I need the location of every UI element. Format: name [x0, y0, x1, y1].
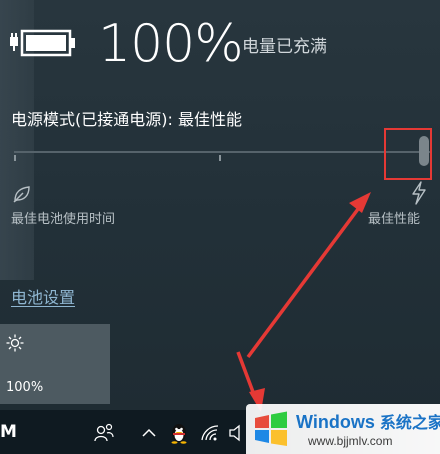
battery-percentage: 100%: [98, 14, 244, 74]
battery-flyout: 100% 电量已充满 电源模式(已接通电源): 最佳性能 最佳电池使用时间 最佳…: [0, 0, 440, 410]
windows-logo-icon: [255, 411, 287, 446]
power-mode-title: 电源模式(已接通电源): 最佳性能: [11, 110, 242, 129]
battery-charging-icon: [10, 29, 75, 57]
volume-icon[interactable]: [229, 424, 243, 442]
leaf-icon: [13, 186, 30, 203]
battery-status-text: 电量已充满: [242, 37, 327, 57]
lightning-bolt-icon: [412, 181, 426, 205]
annotation-highlight-box: [384, 128, 432, 180]
watermark-title: Windows 系统之家: [296, 409, 440, 433]
chevron-up-icon[interactable]: [142, 428, 156, 438]
battery-settings-link[interactable]: 电池设置: [11, 284, 75, 308]
sun-icon: [6, 334, 24, 352]
people-icon[interactable]: [93, 423, 115, 443]
best-battery-label: 最佳电池使用时间: [11, 212, 116, 227]
slider-tick: [219, 155, 221, 161]
watermark: Windows 系统之家 www.bjjmlv.com: [246, 404, 440, 454]
brightness-value: 100%: [6, 380, 44, 395]
ime-indicator[interactable]: M: [0, 422, 17, 442]
qq-penguin-icon[interactable]: [170, 422, 188, 444]
power-mode-slider-track[interactable]: [14, 151, 430, 153]
watermark-url: www.bjjmlv.com: [308, 434, 393, 448]
wifi-icon[interactable]: [200, 424, 220, 442]
watermark-title-cn: 系统之家: [379, 415, 440, 432]
watermark-title-en: Windows: [296, 412, 375, 432]
brightness-tile[interactable]: 100%: [0, 324, 110, 404]
slider-tick: [14, 155, 16, 161]
best-performance-label: 最佳性能: [368, 212, 421, 227]
